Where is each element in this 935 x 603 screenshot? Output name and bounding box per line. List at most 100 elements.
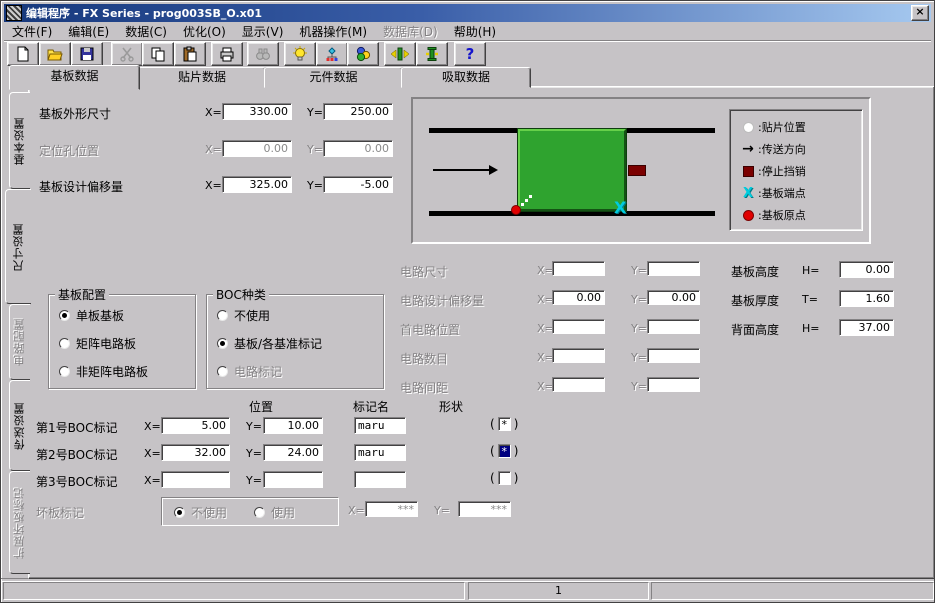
menu-edit[interactable]: 编辑(E) — [60, 22, 117, 41]
y-eq-label: Y= — [307, 106, 323, 119]
window-title: 编辑程序 - FX Series - prog003SB_O.x01 — [26, 5, 262, 21]
transfer-arrow-icon: → — [738, 141, 758, 157]
new-button[interactable] — [7, 42, 39, 66]
status-page-number: 1 — [468, 582, 649, 600]
board-outline-size-label: 基板外形尺寸 — [39, 105, 111, 122]
circuit-pitch-x-input — [552, 377, 605, 392]
boc3-x-input[interactable] — [161, 471, 230, 488]
help-question-icon: ? — [466, 45, 475, 63]
board-height-input[interactable] — [839, 261, 894, 278]
board-thickness-label: 基板厚度 — [731, 292, 779, 309]
stop-pin-graphic — [628, 165, 646, 176]
boc2-y-input[interactable] — [263, 444, 323, 461]
bad-board-y-input — [458, 501, 511, 517]
boc3-name-input[interactable] — [354, 471, 406, 488]
y-eq-label: Y= — [307, 179, 323, 192]
board-size-y-button[interactable] — [416, 42, 448, 66]
menu-optimize[interactable]: 优化(O) — [175, 22, 234, 41]
menu-view[interactable]: 显示(V) — [234, 22, 292, 41]
legend-item: :贴片位置 — [738, 116, 862, 138]
board-config-group: 基板配置 单板基板 矩阵电路板 非矩阵电路板 — [48, 294, 196, 389]
menu-data[interactable]: 数据(C) — [117, 22, 175, 41]
tab-board-data[interactable]: 基板数据 — [9, 65, 140, 90]
boc-type-title: BOC种类 — [213, 286, 269, 303]
board-thickness-input[interactable] — [839, 290, 894, 307]
boc2-x-input[interactable] — [161, 444, 230, 461]
optimize-button[interactable] — [284, 42, 316, 66]
stop-pin-icon — [738, 166, 758, 177]
boc1-y-input[interactable] — [263, 417, 323, 434]
board-size-x-button[interactable] — [384, 42, 416, 66]
back-height-input[interactable] — [839, 319, 894, 336]
conveyor-rail-bottom — [429, 211, 715, 216]
menu-machine[interactable]: 机器操作(M) — [291, 22, 375, 41]
components-button[interactable] — [347, 42, 379, 66]
size-y-icon — [424, 46, 440, 62]
first-circuit-x-input — [552, 319, 605, 334]
boc1-flag-box[interactable]: * — [498, 417, 511, 431]
radio-icon — [174, 507, 185, 518]
board-graphic — [518, 129, 626, 211]
transfer-direction-arrow — [433, 169, 489, 171]
bad-board-frame: 不使用 使用 — [161, 497, 339, 526]
boc2-name-input[interactable] — [354, 444, 406, 461]
circuit-offset-y-input — [647, 290, 700, 305]
radio-matrix-board[interactable]: 矩阵电路板 — [59, 335, 136, 352]
menu-file[interactable]: 文件(F) — [4, 22, 60, 41]
position-header: 位置 — [249, 398, 273, 415]
boc2-flag[interactable]: ( * ) — [490, 444, 518, 458]
boc3-y-input[interactable] — [263, 471, 323, 488]
locating-hole-x-input — [222, 140, 292, 157]
boc2-flag-box[interactable]: * — [498, 444, 511, 458]
placement-dot-icon — [738, 123, 758, 132]
boc1-x-input[interactable] — [161, 417, 230, 434]
board-offset-y-input[interactable] — [323, 176, 393, 193]
size-x-icon — [391, 46, 409, 62]
boc3-flag[interactable]: ( ) — [490, 471, 518, 485]
help-button[interactable]: ? — [454, 42, 486, 66]
print-button[interactable] — [211, 42, 243, 66]
radio-boc-circuit-marks: 电路标记 — [217, 363, 282, 380]
radio-single-board[interactable]: 单板基板 — [59, 307, 124, 324]
side-tab-transfer-settings[interactable]: 传送设置 — [9, 380, 30, 471]
bad-board-x-input — [365, 501, 418, 517]
circuit-size-label: 电路尺寸 — [400, 263, 448, 280]
tab-pickup-data[interactable]: 吸取数据 — [401, 67, 531, 88]
boc1-name-input[interactable] — [354, 417, 406, 434]
shape-header: 形状 — [439, 398, 463, 415]
cut-button — [111, 42, 143, 66]
close-button[interactable]: × — [911, 5, 929, 21]
board-outline-y-input[interactable] — [323, 103, 393, 120]
app-window: 编辑程序 - FX Series - prog003SB_O.x01 × 文件(… — [0, 0, 935, 603]
tab-placement-data[interactable]: 贴片数据 — [138, 67, 266, 88]
status-left — [3, 582, 465, 600]
radio-icon — [59, 366, 70, 377]
board-outline-x-input[interactable] — [222, 103, 292, 120]
save-button[interactable] — [71, 42, 103, 66]
circuit-count-y-input — [647, 348, 700, 363]
hierarchy-tree-icon — [324, 46, 340, 62]
hierarchy-button[interactable] — [316, 42, 348, 66]
boc1-flag[interactable]: ( * ) — [490, 417, 518, 431]
status-right — [651, 582, 934, 600]
board-offset-x-input[interactable] — [222, 176, 292, 193]
side-tab-size-settings[interactable]: 尺寸设置 — [5, 189, 31, 304]
paste-button[interactable] — [174, 42, 206, 66]
boc3-label: 第3号BOC标记 — [36, 473, 117, 490]
copy-button[interactable] — [142, 42, 174, 66]
radio-non-matrix-board[interactable]: 非矩阵电路板 — [59, 363, 148, 380]
first-circuit-label: 首电路位置 — [400, 321, 460, 338]
tab-component-data[interactable]: 元件数据 — [264, 67, 403, 88]
board-height-label: 基板高度 — [731, 263, 779, 280]
open-folder-icon — [47, 46, 63, 62]
menu-help[interactable]: 帮助(H) — [446, 22, 504, 41]
circuit-offset-x-input — [552, 290, 605, 305]
side-tab-basic-settings[interactable]: 基本设置 — [9, 92, 30, 189]
board-origin-icon — [738, 210, 758, 221]
menu-bar: 文件(F) 编辑(E) 数据(C) 优化(O) 显示(V) 机器操作(M) 数据… — [4, 22, 931, 41]
radio-boc-none[interactable]: 不使用 — [217, 307, 270, 324]
open-button[interactable] — [39, 42, 71, 66]
boc3-flag-box[interactable] — [498, 471, 511, 485]
paste-icon — [182, 46, 198, 62]
radio-boc-board-marks[interactable]: 基板/各基准标记 — [217, 335, 322, 352]
